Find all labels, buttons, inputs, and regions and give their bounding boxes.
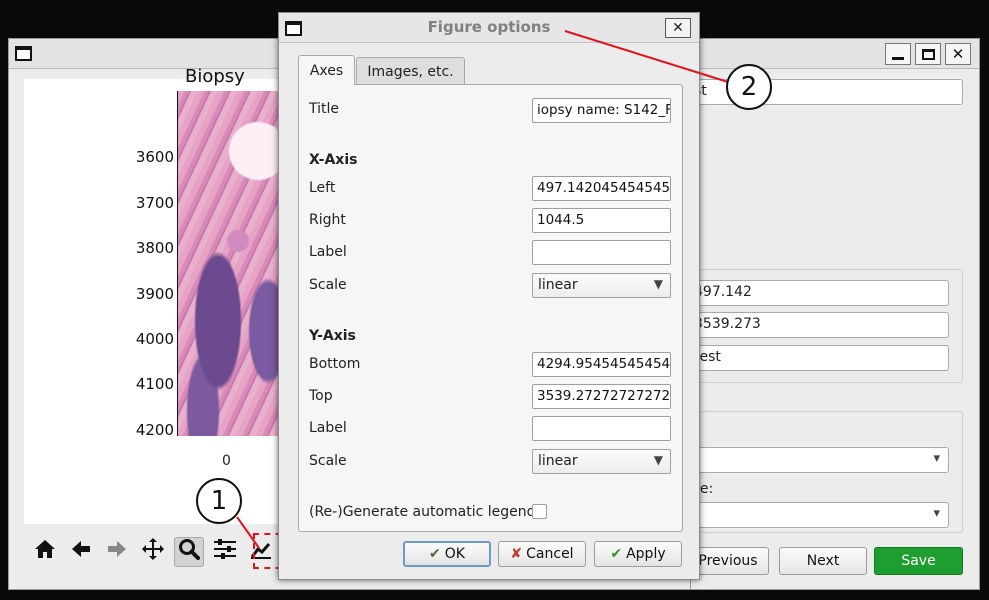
callout-one: 1 [196,478,242,524]
callout-two: 2 [726,64,772,110]
tab-axes[interactable]: Axes [298,55,355,85]
callout-line-two [564,30,729,83]
annotation-lines [236,30,729,549]
callout-line-one [236,516,260,549]
